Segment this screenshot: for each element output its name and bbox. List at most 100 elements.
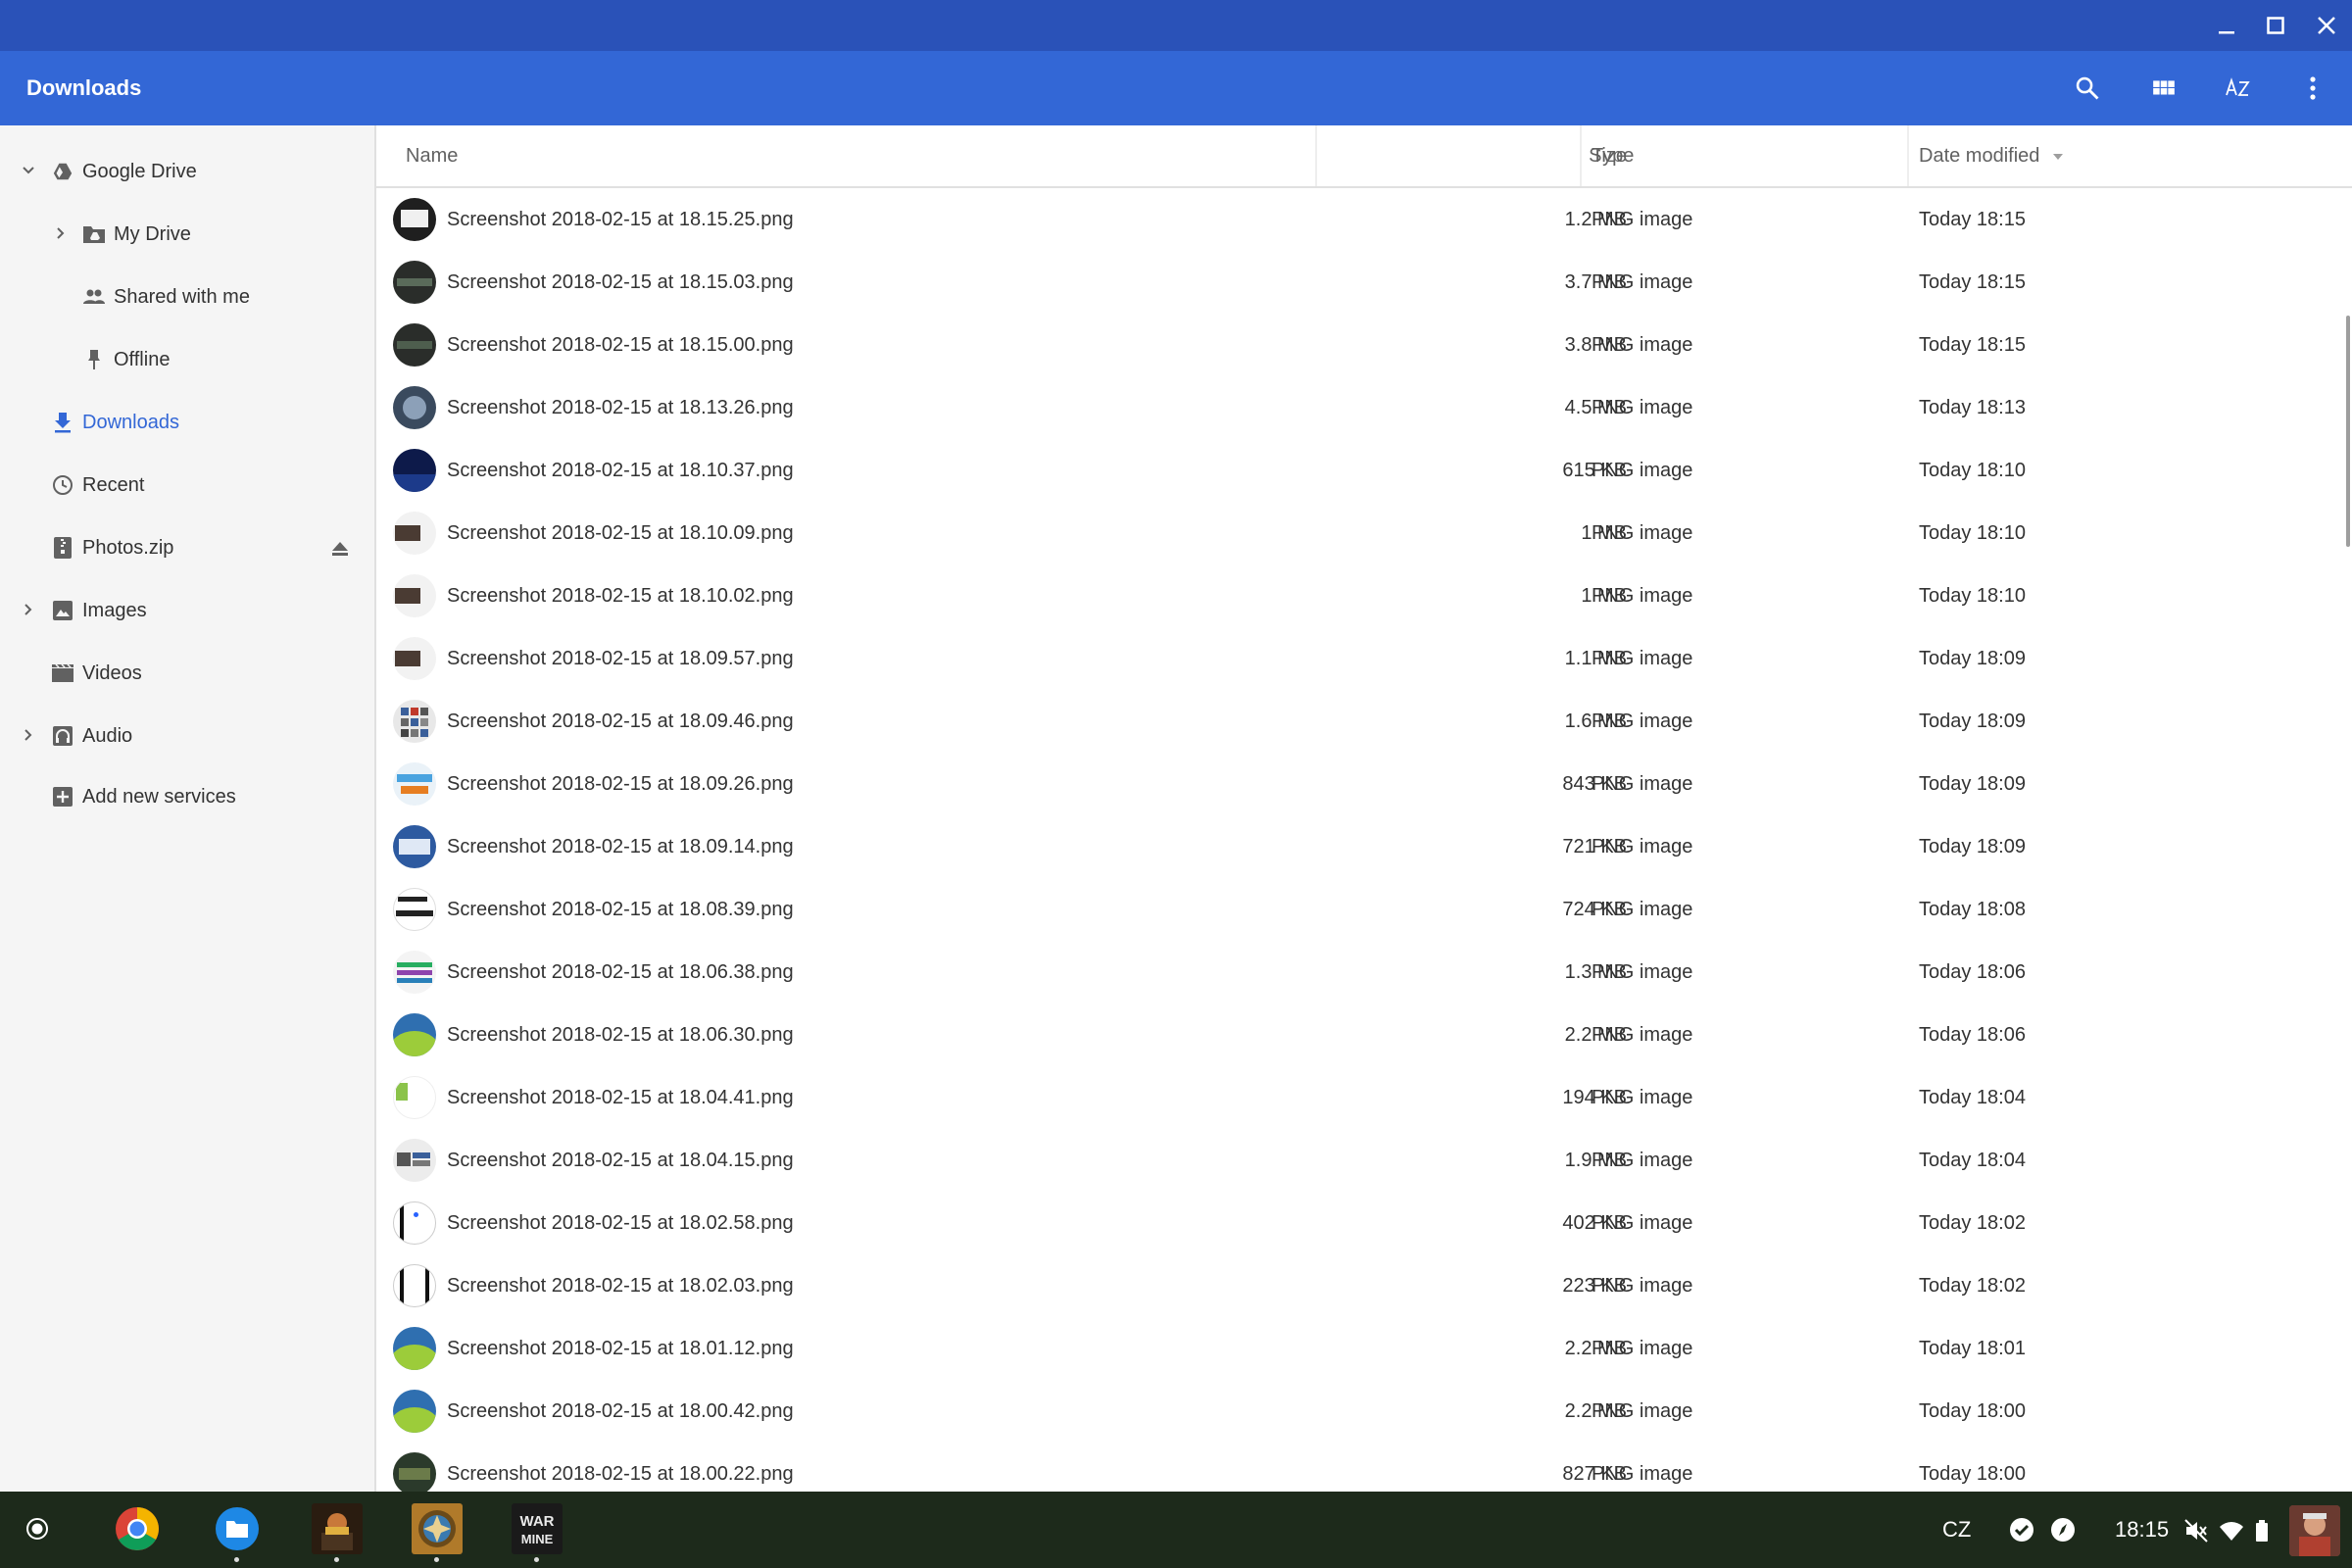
close-button[interactable] xyxy=(2307,6,2346,45)
eject-icon xyxy=(332,542,348,556)
expand-my-drive-button[interactable] xyxy=(51,223,71,243)
image-icon xyxy=(50,598,75,623)
compass-status-button[interactable] xyxy=(2048,1515,2078,1544)
window-title-bar xyxy=(0,0,2352,51)
table-row[interactable]: Screenshot 2018-02-15 at 18.13.26.png 4.… xyxy=(376,376,2336,439)
shelf-app-chrome[interactable] xyxy=(112,1503,163,1554)
shelf-app-files[interactable] xyxy=(212,1503,263,1562)
shelf-app-star-wars[interactable] xyxy=(312,1503,363,1562)
launcher-button[interactable] xyxy=(12,1503,63,1554)
volume-status[interactable] xyxy=(2183,1518,2209,1544)
file-thumbnail xyxy=(393,386,436,429)
file-name: Screenshot 2018-02-15 at 18.10.02.png xyxy=(447,585,794,607)
clock[interactable]: 18:15 xyxy=(2115,1492,2169,1568)
more-options-button[interactable] xyxy=(2289,65,2336,112)
file-type: PNG image xyxy=(1592,648,1693,669)
google-drive-icon xyxy=(50,159,75,184)
minimize-button[interactable] xyxy=(2207,6,2246,45)
more-vert-icon xyxy=(2310,76,2316,100)
table-row[interactable]: Screenshot 2018-02-15 at 18.09.14.png 72… xyxy=(376,815,2336,878)
table-row[interactable]: Screenshot 2018-02-15 at 18.09.46.png 1.… xyxy=(376,690,2336,753)
table-row[interactable]: Screenshot 2018-02-15 at 18.02.58.png 40… xyxy=(376,1192,2336,1254)
column-divider[interactable] xyxy=(1907,125,1909,186)
table-row[interactable]: Screenshot 2018-02-15 at 18.06.38.png 1.… xyxy=(376,941,2336,1004)
file-thumbnail xyxy=(393,198,436,241)
table-row[interactable]: Screenshot 2018-02-15 at 18.15.00.png 3.… xyxy=(376,314,2336,376)
sidebar-item-add-new-services[interactable]: Add new services xyxy=(50,772,236,821)
table-row[interactable]: Screenshot 2018-02-15 at 18.06.30.png 2.… xyxy=(376,1004,2336,1066)
sync-status-button[interactable] xyxy=(2007,1515,2036,1544)
star-wars-game-icon xyxy=(312,1503,363,1554)
table-row[interactable]: Screenshot 2018-02-15 at 18.00.22.png 82… xyxy=(376,1443,2336,1492)
file-name: Screenshot 2018-02-15 at 18.04.15.png xyxy=(447,1150,794,1171)
launcher-circle-icon xyxy=(26,1518,48,1540)
battery-status[interactable] xyxy=(2254,1518,2270,1544)
table-row[interactable]: Screenshot 2018-02-15 at 18.00.42.png 2.… xyxy=(376,1380,2336,1443)
table-row[interactable]: Screenshot 2018-02-15 at 18.10.09.png 1 … xyxy=(376,502,2336,564)
scrollbar[interactable] xyxy=(2344,188,2352,1492)
sidebar-item-offline[interactable]: Offline xyxy=(81,335,170,384)
table-row[interactable]: Screenshot 2018-02-15 at 18.04.15.png 1.… xyxy=(376,1129,2336,1192)
file-name: Screenshot 2018-02-15 at 18.10.37.png xyxy=(447,460,794,481)
input-method-indicator[interactable]: CZ xyxy=(1942,1492,1971,1568)
expand-google-drive-button[interactable] xyxy=(19,161,38,180)
sidebar-item-label: Offline xyxy=(114,348,171,370)
sidebar-item-audio[interactable]: Audio xyxy=(50,711,132,760)
sidebar-item-photos-zip[interactable]: Photos.zip xyxy=(50,523,173,572)
file-thumbnail xyxy=(393,637,436,680)
column-divider[interactable] xyxy=(1580,125,1582,186)
sort-button[interactable] xyxy=(2215,65,2262,112)
sidebar-item-google-drive[interactable]: Google Drive xyxy=(50,147,197,196)
table-row[interactable]: Screenshot 2018-02-15 at 18.04.41.png 19… xyxy=(376,1066,2336,1129)
file-name: Screenshot 2018-02-15 at 18.06.38.png xyxy=(447,961,794,983)
sidebar-item-recent[interactable]: Recent xyxy=(50,461,144,510)
sidebar-item-my-drive[interactable]: My Drive xyxy=(81,210,191,259)
close-icon xyxy=(2318,17,2335,34)
table-row[interactable]: Screenshot 2018-02-15 at 18.15.03.png 3.… xyxy=(376,251,2336,314)
table-header: Name Size Type Date modified xyxy=(376,125,2352,188)
table-row[interactable]: Screenshot 2018-02-15 at 18.08.39.png 72… xyxy=(376,878,2336,941)
sidebar-item-shared-with-me[interactable]: Shared with me xyxy=(81,272,250,321)
table-row[interactable]: Screenshot 2018-02-15 at 18.10.37.png 61… xyxy=(376,439,2336,502)
column-header-name[interactable]: Name xyxy=(406,125,458,186)
file-date: Today 18:04 xyxy=(1919,1087,2026,1108)
file-list: Name Size Type Date modified Screenshot … xyxy=(376,125,2352,1492)
column-divider[interactable] xyxy=(1315,125,1317,186)
user-avatar[interactable] xyxy=(2289,1505,2340,1556)
maximize-icon xyxy=(2267,17,2284,34)
shelf-app-this-war-of-mine[interactable]: WAR MINE xyxy=(512,1503,563,1562)
eject-button[interactable] xyxy=(328,537,352,561)
shelf-app-hearthstone[interactable] xyxy=(412,1503,463,1562)
file-type: PNG image xyxy=(1592,460,1693,481)
scrollbar-thumb[interactable] xyxy=(2346,316,2350,547)
file-date: Today 18:10 xyxy=(1919,585,2026,607)
maximize-button[interactable] xyxy=(2256,6,2295,45)
table-row[interactable]: Screenshot 2018-02-15 at 18.10.02.png 1 … xyxy=(376,564,2336,627)
war-icon-text: WAR xyxy=(520,1513,555,1530)
wifi-status[interactable] xyxy=(2219,1518,2244,1544)
file-type: PNG image xyxy=(1592,1024,1693,1046)
grid-view-button[interactable] xyxy=(2140,65,2187,112)
sidebar-item-label: Add new services xyxy=(82,785,236,808)
sidebar-item-downloads[interactable]: Downloads xyxy=(50,398,179,447)
running-indicator xyxy=(534,1557,539,1562)
table-row[interactable]: Screenshot 2018-02-15 at 18.09.26.png 84… xyxy=(376,753,2336,815)
file-date: Today 18:00 xyxy=(1919,1400,2026,1422)
file-thumbnail xyxy=(393,825,436,868)
table-row[interactable]: Screenshot 2018-02-15 at 18.09.57.png 1.… xyxy=(376,627,2336,690)
table-row[interactable]: Screenshot 2018-02-15 at 18.02.03.png 22… xyxy=(376,1254,2336,1317)
search-button[interactable] xyxy=(2064,65,2111,112)
sidebar-item-videos[interactable]: Videos xyxy=(50,649,142,698)
file-type: PNG image xyxy=(1592,334,1693,356)
expand-images-button[interactable] xyxy=(19,600,38,619)
column-header-date-modified[interactable]: Date modified xyxy=(1919,125,2065,186)
expand-audio-button[interactable] xyxy=(19,725,38,745)
sidebar-item-label: Videos xyxy=(82,662,142,684)
column-header-type[interactable]: Type xyxy=(1592,125,1634,186)
sidebar-item-images[interactable]: Images xyxy=(50,586,147,635)
table-row[interactable]: Screenshot 2018-02-15 at 18.15.25.png 1.… xyxy=(376,188,2336,251)
running-indicator xyxy=(234,1557,239,1562)
table-row[interactable]: Screenshot 2018-02-15 at 18.01.12.png 2.… xyxy=(376,1317,2336,1380)
file-name: Screenshot 2018-02-15 at 18.15.03.png xyxy=(447,271,794,293)
file-date: Today 18:15 xyxy=(1919,334,2026,356)
